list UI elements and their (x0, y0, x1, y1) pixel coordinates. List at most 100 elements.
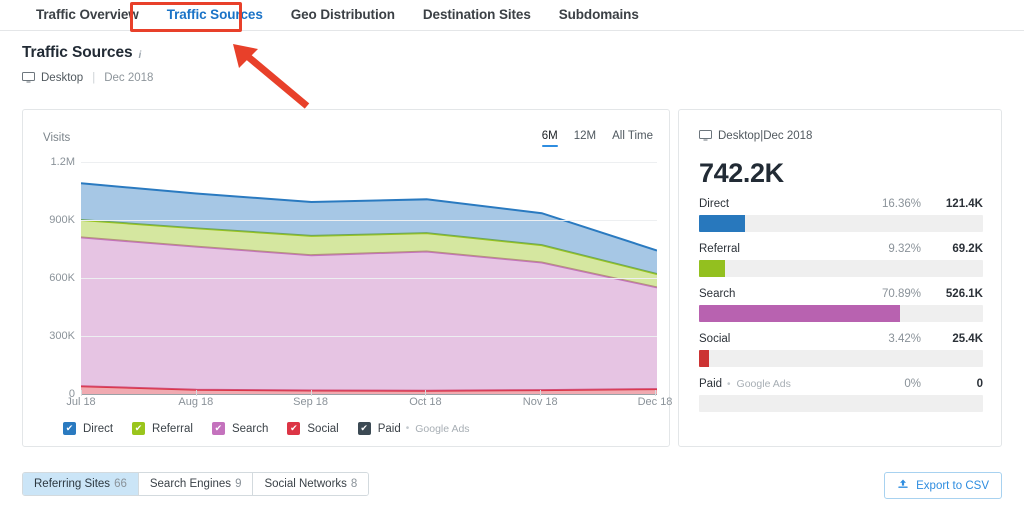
stats-period-label: Dec 2018 (763, 130, 813, 142)
chart-plot-area (81, 162, 657, 395)
segment-label-social-networks: Social Networks (264, 478, 347, 490)
x-axis-tick-mark (540, 390, 542, 396)
chart-gridline (81, 278, 657, 279)
export-to-csv-label: Export to CSV (916, 479, 989, 492)
x-axis-tick-label: Oct 18 (409, 396, 442, 408)
legend-paid-dot: • (405, 423, 410, 434)
stat-name: Social (699, 333, 731, 345)
info-icon[interactable]: i (139, 50, 142, 61)
tab-geo-distribution[interactable]: Geo Distribution (277, 0, 409, 30)
stat-percent: 9.32% (888, 243, 921, 255)
stat-name: Search (699, 288, 736, 300)
upload-icon (897, 478, 909, 493)
x-axis-tick-label: Jul 18 (66, 396, 96, 408)
tab-subdomains[interactable]: Subdomains (545, 0, 653, 30)
stat-percent: 70.89% (881, 288, 921, 300)
x-axis-tick-mark (425, 390, 427, 396)
tab-bar: Traffic Overview Traffic Sources Geo Dis… (0, 0, 1024, 31)
x-axis-tick-label: Sep 18 (293, 396, 329, 408)
legend-item-direct[interactable]: ✔ Direct (63, 422, 113, 435)
page-header: Traffic Sources i Desktop | Dec 2018 (22, 44, 153, 85)
period-label: Dec 2018 (104, 72, 154, 85)
page-subheader: Desktop | Dec 2018 (22, 71, 153, 85)
chart-gridline (81, 336, 657, 337)
chart-legend: ✔ Direct ✔ Referral ✔ Search ✔ Social ✔ … (63, 422, 470, 435)
device-label: Desktop (41, 72, 84, 85)
y-axis-ticks: 0 300K 600K 900K 1.2M (23, 156, 81, 400)
x-axis-tick-mark (310, 390, 312, 396)
y-axis-tick-label: 300K (49, 330, 75, 342)
segment-referring-sites[interactable]: Referring Sites 66 (23, 473, 139, 495)
stat-row: Paid • Google Ads 0% 0 (699, 378, 983, 412)
legend-checkbox-social[interactable]: ✔ (287, 422, 301, 435)
segment-social-networks[interactable]: Social Networks 8 (253, 473, 369, 495)
legend-checkbox-referral[interactable]: ✔ (132, 422, 146, 435)
stat-name: Referral (699, 243, 740, 255)
legend-label-search: Search (231, 422, 269, 435)
stat-bar-fill (699, 350, 709, 367)
segment-label-search-engines: Search Engines (149, 478, 232, 490)
stat-name: Direct (699, 198, 730, 210)
stat-value: 526.1K (945, 288, 983, 300)
stat-sub-dot: • (727, 379, 731, 390)
annotation-arrow-head (233, 44, 258, 68)
range-option-12m[interactable]: 12M (574, 130, 596, 147)
y-axis-tick-label: 600K (49, 272, 75, 284)
stat-bar-track (699, 260, 983, 277)
segment-count-referring-sites: 66 (114, 478, 127, 490)
legend-item-paid[interactable]: ✔ Paid • Google Ads (357, 422, 470, 435)
legend-checkbox-direct[interactable]: ✔ (63, 422, 76, 435)
traffic-chart-card: Visits 6M 12M All Time 0 300K 600K 900K 1.2M… (22, 109, 672, 447)
stat-bar-track (699, 350, 983, 367)
traffic-source-breakdown: Direct 16.36% 121.4K Referral 9.32% 69.2K Sear… (699, 198, 983, 423)
stat-percent: 16.36% (881, 198, 921, 210)
stat-value: 69.2K (952, 243, 983, 255)
segment-search-engines[interactable]: Search Engines 9 (138, 473, 254, 495)
range-option-all-time[interactable]: All Time (612, 130, 653, 147)
total-visits-value: 742.2K (699, 158, 784, 188)
tab-destination-sites[interactable]: Destination Sites (409, 0, 545, 30)
tab-traffic-sources[interactable]: Traffic Sources (152, 0, 277, 30)
stat-percent: 0% (904, 378, 921, 390)
stat-bar-track (699, 395, 983, 412)
legend-item-social[interactable]: ✔ Social (287, 422, 339, 435)
legend-label-direct: Direct (83, 422, 114, 435)
x-axis-tick-mark (195, 390, 197, 396)
desktop-icon (22, 72, 35, 86)
stat-value: 25.4K (952, 333, 983, 345)
x-axis-labels: Jul 18 Aug 18 Sep 18 Oct 18 Nov 18 Dec 18 (66, 390, 672, 414)
x-axis-tick-mark (81, 390, 82, 396)
stacked-area-chart: 0 300K 600K 900K 1.2M (23, 156, 671, 400)
stats-device-label: Desktop (718, 130, 761, 142)
report-segment-group: Referring Sites 66 Search Engines 9 Social… (22, 472, 370, 496)
chart-gridline (81, 220, 657, 221)
stat-percent: 3.42% (888, 333, 921, 345)
chart-gridline (81, 394, 657, 395)
stat-row: Social 3.42% 25.4K (699, 333, 983, 367)
legend-label-referral: Referral (152, 422, 193, 435)
traffic-stats-card: Desktop | Dec 2018 742.2K Direct 16.36% 12… (678, 109, 1002, 447)
legend-item-referral[interactable]: ✔ Referral (132, 422, 193, 435)
page-title: Traffic Sources (22, 44, 133, 61)
stat-row: Referral 9.32% 69.2K (699, 243, 983, 277)
legend-checkbox-search[interactable]: ✔ (211, 422, 225, 435)
stat-bar-fill (699, 215, 746, 232)
range-option-6m[interactable]: 6M (541, 130, 558, 147)
y-axis-tick-label: 1.2M (50, 156, 75, 168)
tab-traffic-overview[interactable]: Traffic Overview (22, 0, 153, 30)
segment-count-search-engines: 9 (235, 478, 242, 490)
legend-item-search[interactable]: ✔ Search (211, 422, 269, 435)
chart-gridline (81, 162, 657, 163)
stat-bar-track (699, 305, 983, 322)
x-axis-tick-label: Dec 18 (637, 396, 673, 408)
legend-checkbox-paid[interactable]: ✔ (357, 422, 371, 435)
x-axis-tick-mark (655, 390, 656, 396)
traffic-sources-page: Traffic Overview Traffic Sources Geo Dis… (0, 0, 1024, 505)
subheader-separator: | (92, 72, 96, 85)
legend-note-paid: Google Ads (415, 422, 470, 435)
chart-axis-title: Visits (43, 132, 71, 144)
stat-value: 0 (976, 378, 983, 390)
export-to-csv-button[interactable]: Export to CSV (884, 472, 1002, 499)
x-axis-tick-label: Nov 18 (522, 396, 558, 408)
stats-header: Desktop | Dec 2018 (699, 129, 812, 143)
